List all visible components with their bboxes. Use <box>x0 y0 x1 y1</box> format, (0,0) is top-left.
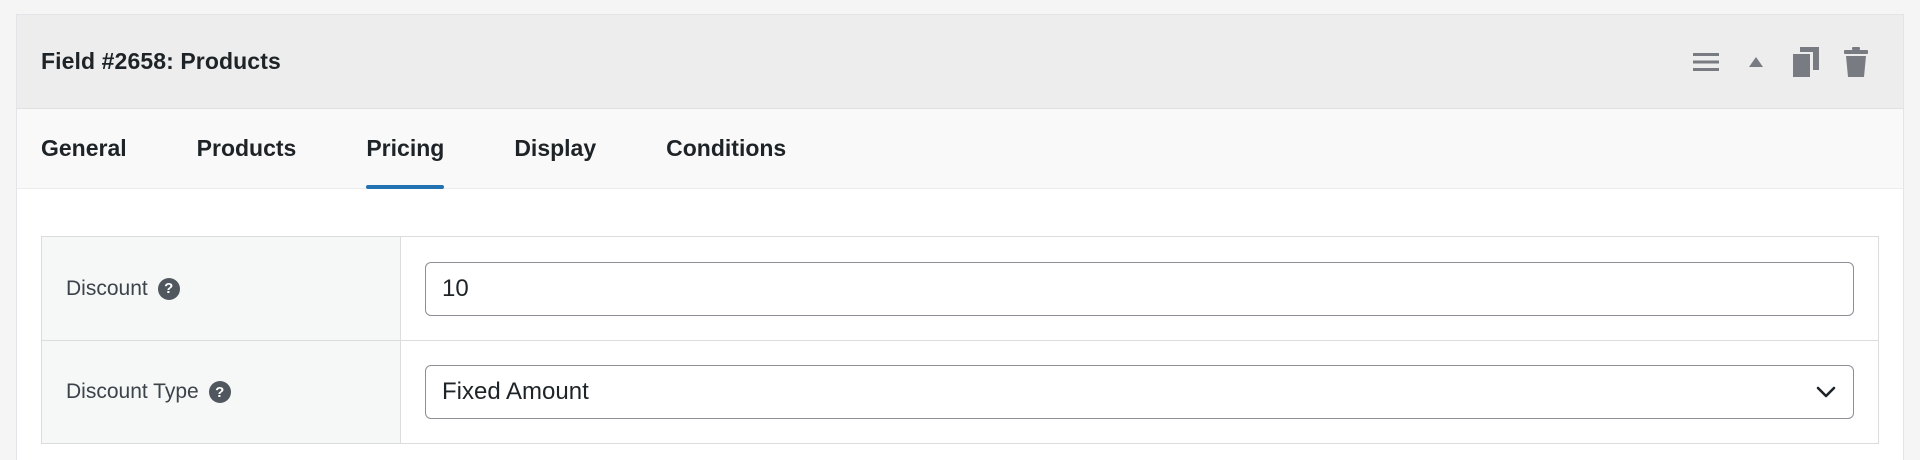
header-actions <box>1689 45 1873 79</box>
panel-header: Field #2658: Products <box>17 15 1903 109</box>
discount-label: Discount <box>66 276 148 300</box>
discount-type-row: Discount Type ? Fixed Amount <box>42 340 1878 443</box>
menu-icon[interactable] <box>1689 45 1723 79</box>
discount-type-label-cell: Discount Type ? <box>42 341 401 443</box>
discount-value-cell <box>401 237 1878 340</box>
tab-products[interactable]: Products <box>197 109 297 188</box>
duplicate-icon[interactable] <box>1789 45 1823 79</box>
discount-type-selected: Fixed Amount <box>442 378 589 405</box>
tab-pricing[interactable]: Pricing <box>366 109 444 189</box>
discount-row: Discount ? <box>42 237 1878 340</box>
settings-table: Discount ? Discount Type ? Fixed Amount <box>41 236 1879 444</box>
collapse-arrow-icon[interactable] <box>1739 45 1773 79</box>
discount-label-cell: Discount ? <box>42 237 401 340</box>
field-panel: Field #2658: Products General Products P… <box>16 14 1904 460</box>
tab-display[interactable]: Display <box>514 109 596 188</box>
tab-general[interactable]: General <box>41 109 127 188</box>
tab-bar: General Products Pricing Display Conditi… <box>17 109 1903 189</box>
panel-title: Field #2658: Products <box>41 48 281 74</box>
discount-type-select[interactable]: Fixed Amount <box>425 365 1854 419</box>
discount-type-label: Discount Type <box>66 380 199 403</box>
pricing-content: Discount ? Discount Type ? Fixed Amount <box>17 189 1903 444</box>
help-icon[interactable]: ? <box>157 277 180 300</box>
discount-input[interactable] <box>425 261 1854 316</box>
tab-conditions[interactable]: Conditions <box>666 109 786 188</box>
trash-icon[interactable] <box>1839 45 1873 79</box>
chevron-down-icon <box>1815 381 1837 403</box>
help-icon[interactable]: ? <box>208 381 231 403</box>
discount-type-value-cell: Fixed Amount <box>401 341 1878 443</box>
